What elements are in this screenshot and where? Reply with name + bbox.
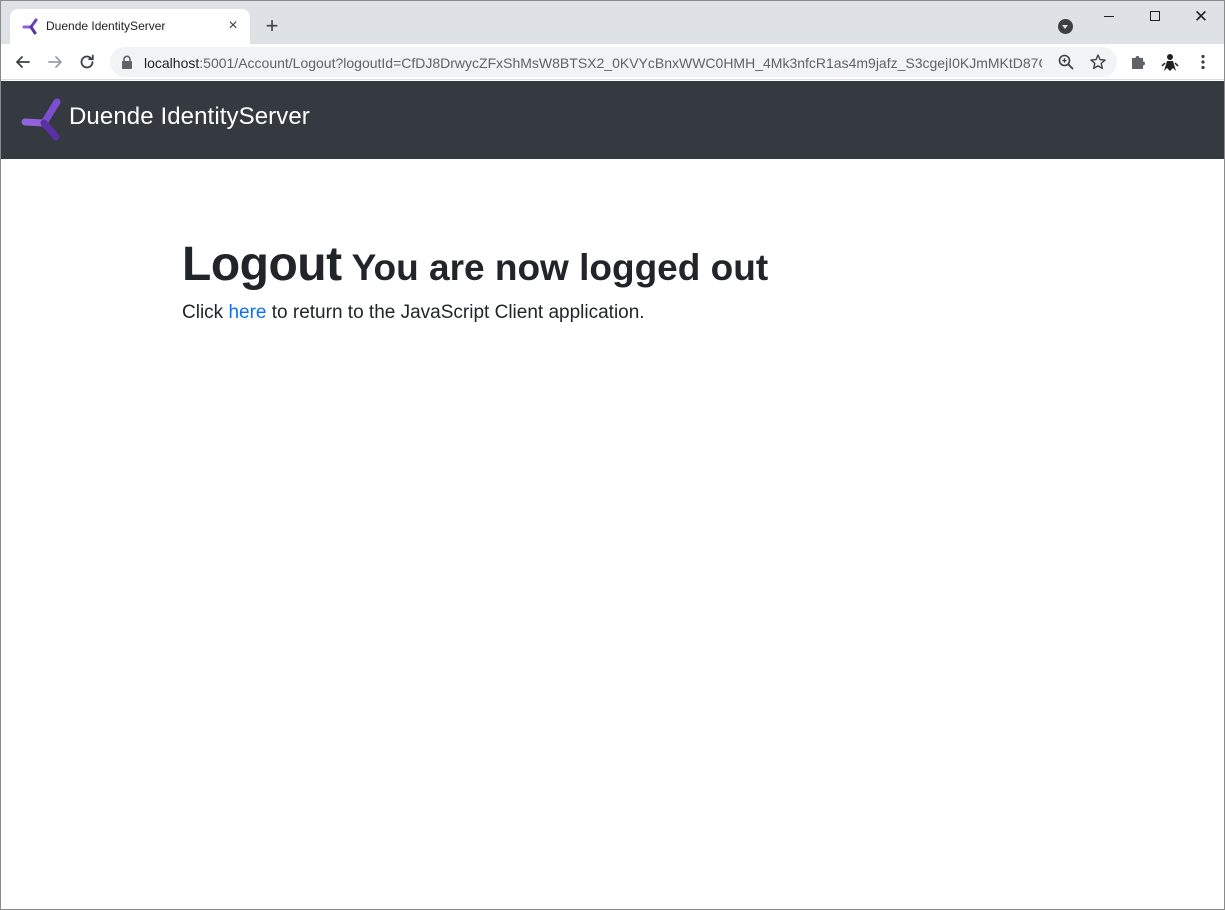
reload-button[interactable] — [75, 50, 99, 74]
extensions-puzzle-icon[interactable] — [1129, 53, 1147, 71]
minimize-button[interactable] — [1086, 1, 1132, 31]
return-link[interactable]: here — [228, 302, 266, 323]
page-heading: Logout You are now logged out — [182, 237, 1082, 292]
return-message: Click here to return to the JavaScript C… — [182, 302, 1082, 324]
maximize-button[interactable] — [1132, 1, 1178, 31]
window-close-button[interactable]: ✕ — [1178, 1, 1224, 31]
main-content: Logout You are now logged out Click here … — [182, 237, 1082, 324]
message-prefix: Click — [182, 302, 229, 323]
zoom-icon[interactable] — [1058, 54, 1074, 70]
back-button[interactable] — [11, 50, 35, 74]
address-bar[interactable]: localhost:5001/Account/Logout?logoutId=C… — [110, 47, 1117, 77]
window-close-icon: ✕ — [1193, 6, 1209, 26]
url-path: :5001/Account/Logout?logoutId=CfDJ8Drwyc… — [199, 55, 1042, 71]
url-text[interactable]: localhost:5001/Account/Logout?logoutId=C… — [144, 55, 1042, 71]
lock-icon[interactable] — [121, 55, 133, 69]
new-tab-button[interactable]: + — [260, 15, 284, 39]
tab-title: Duende IdentityServer — [46, 19, 166, 33]
page-subtitle: You are now logged out — [351, 247, 769, 288]
minimize-icon — [1104, 15, 1114, 17]
maximize-icon — [1150, 11, 1160, 21]
bookmark-star-icon[interactable] — [1089, 53, 1107, 71]
reload-icon — [80, 54, 94, 69]
duende-logo-icon[interactable] — [20, 97, 64, 143]
site-navbar: Duende IdentityServer — [1, 81, 1224, 159]
profile-avatar-icon[interactable] — [1160, 52, 1180, 72]
browser-window: Duende IdentityServer × + ✕ localhost:50… — [0, 0, 1225, 910]
tab-search-icon[interactable] — [1058, 19, 1073, 34]
menu-dots-icon[interactable] — [1195, 53, 1211, 71]
message-suffix: to return to the JavaScript Client appli… — [266, 302, 645, 323]
tab-duende[interactable]: Duende IdentityServer × — [10, 9, 250, 44]
tab-strip: Duende IdentityServer × + ✕ — [1, 1, 1224, 44]
back-arrow-icon — [16, 56, 30, 68]
duende-favicon-icon — [22, 18, 38, 35]
forward-button[interactable] — [43, 50, 67, 74]
page-title: Logout — [182, 238, 342, 291]
forward-arrow-icon — [48, 56, 62, 68]
brand-name[interactable]: Duende IdentityServer — [69, 103, 310, 131]
browser-toolbar: localhost:5001/Account/Logout?logoutId=C… — [1, 44, 1224, 80]
url-host: localhost — [144, 55, 200, 71]
tab-close-icon[interactable]: × — [225, 18, 241, 34]
